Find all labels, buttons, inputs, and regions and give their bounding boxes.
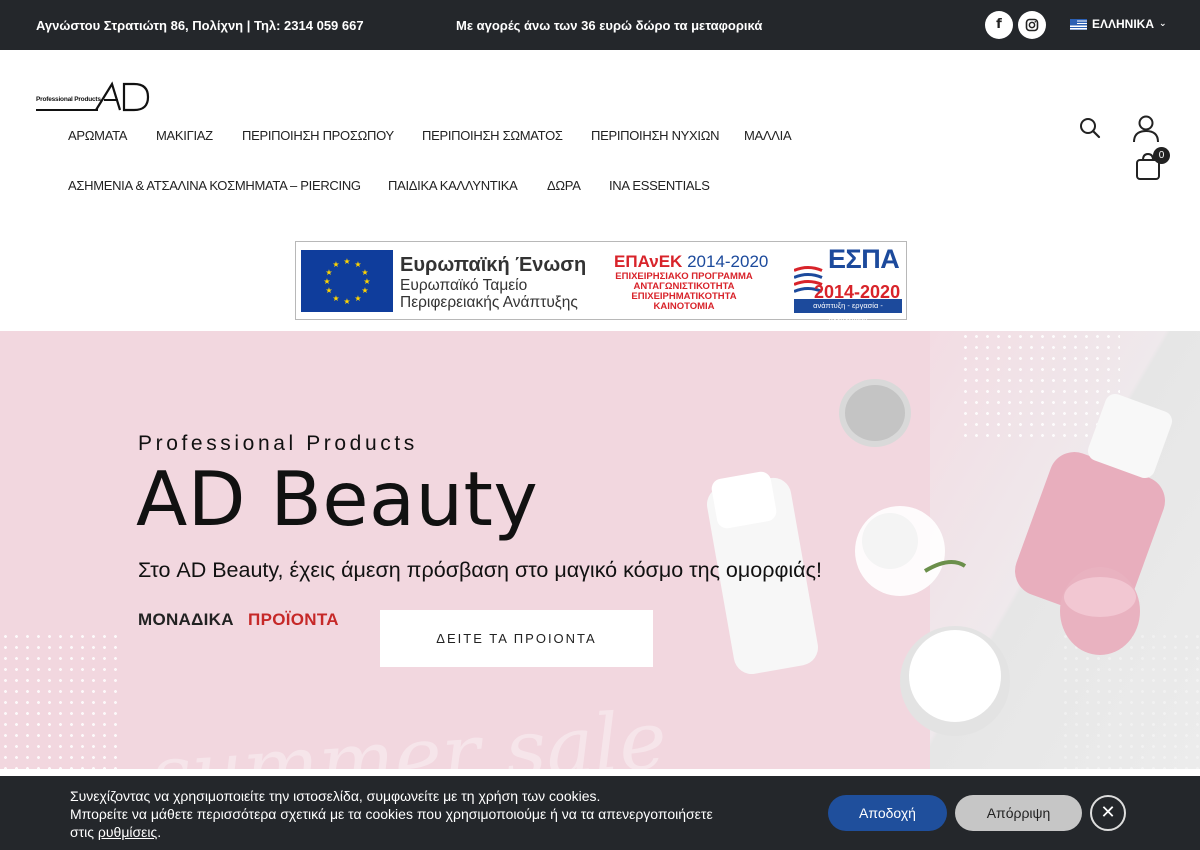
espa-banner[interactable]: ★ ★ ★ ★ ★ ★ ★ ★ ★ ★ ★ ★ Ευρωπαϊκή Ένωση Ευρωπαϊκ… [295,241,907,324]
cookie-line1: Συνεχίζοντας να χρησιμοποιείτε την ιστοσ… [70,788,601,804]
hero-products-label: ΠΡΟΪΟΝΤΑ [248,610,339,629]
nav-item-jewelry[interactable]: ΑΣΗΜΕΝΙΑ & ΑΤΣΑΛΙΝΑ ΚΟΣΜΗΜΑΤΑ – PIERCING [68,178,361,193]
eu-fund-line2: Περιφερειακής Ανάπτυξης [400,294,578,311]
svg-text:★: ★ [332,260,339,269]
svg-text:★: ★ [332,294,339,303]
nav-item-ina-essentials[interactable]: INA ESSENTIALS [609,178,710,193]
reject-cookies-button[interactable]: Απόρριψη [955,795,1082,831]
cookie-message: Συνεχίζοντας να χρησιμοποιείτε την ιστοσ… [70,787,790,841]
cookie-line3-prefix: στις [70,824,98,840]
nav-item-kids-cosmetics[interactable]: ΠΑΙΔΙΚΑ ΚΑΛΛΥΝΤΙΚΑ [388,178,518,193]
svg-text:★: ★ [343,297,350,306]
espa-tagline: ανάπτυξη - εργασία - αλληλεγγύη [794,299,902,324]
top-bar: Αγνώστου Στρατιώτη 86, Πολίχνη | Τηλ: 23… [0,0,1200,50]
svg-text:★: ★ [325,268,332,277]
nav-item-body-care[interactable]: ΠΕΡΙΠΟΙΗΣΗ ΣΩΜΑΤΟΣ [422,128,563,143]
user-glyph [1133,115,1159,143]
cookie-settings-link[interactable]: ρυθμίσεις [98,824,157,840]
accept-cookies-button[interactable]: Αποδοχή [828,795,947,831]
svg-text:★: ★ [354,294,361,303]
cookie-line2: Μπορείτε να μάθετε περισσότερα σχετικά μ… [70,806,713,822]
eu-fund-line1: Ευρωπαϊκό Ταμείο [400,277,528,294]
epanek-line4: ΚΑΙΝΟΤΟΜΙΑ [653,301,715,312]
svg-text:★: ★ [361,268,368,277]
logo-tagline: Professional Products [36,96,101,103]
chevron-down-icon: ⌄ [1159,19,1167,29]
nav-item-gifts[interactable]: ΔΩΡΑ [547,178,581,193]
language-label: ΕΛΛΗΝΙΚΑ [1092,17,1155,31]
search-icon[interactable] [1078,116,1102,145]
epanek-name: ΕΠΑνΕΚ [614,252,683,271]
hero-slider: summer sale Professional Products AD Bea… [0,331,1200,769]
cookie-line3: στις ρυθμίσεις. [70,823,790,841]
nav-item-hair[interactable]: ΜΑΛΛΙΑ [744,128,792,143]
shipping-promo: Με αγορές άνω των 36 ευρώ δώρο τα μεταφο… [456,18,763,33]
nav-item-nail-care[interactable]: ΠΕΡΙΠΟΙΗΣΗ ΝΥΧΙΩΝ [591,128,720,143]
epanek-title: ΕΠΑνΕΚ 2014-2020 [614,252,768,272]
store-address: Αγνώστου Στρατιώτη 86, Πολίχνη | Τηλ: 23… [36,18,364,33]
epanek-years: 2014-2020 [687,252,769,271]
instagram-glyph [1025,18,1039,32]
svg-text:★: ★ [361,286,368,295]
cart-count-badge: 0 [1153,147,1170,164]
language-selector[interactable]: ΕΛΛΗΝΙΚΑ ⌄ [1070,17,1167,31]
nav-item-makeup[interactable]: ΜΑΚΙΓΙΑΖ [156,128,213,143]
svg-text:★: ★ [325,286,332,295]
hero-pretitle: Professional Products [138,432,418,455]
search-glyph [1080,118,1101,139]
cookie-consent-bar: Συνεχίζοντας να χρησιμοποιείτε την ιστοσ… [0,776,1200,850]
greek-flag-icon [1070,18,1087,30]
instagram-icon[interactable] [1018,11,1046,39]
user-icon[interactable] [1131,113,1161,148]
facebook-icon[interactable]: f [985,11,1013,39]
view-products-button[interactable]: ΔΕΙΤΕ ΤΑ ΠΡΟΙΟΝΤΑ [380,610,653,667]
eu-flag-icon: ★ ★ ★ ★ ★ ★ ★ ★ ★ ★ ★ ★ [301,250,393,312]
eu-stars: ★ ★★ ★★★ ★★★ ★★★ [323,257,370,306]
espa-title: ΕΣΠΑ [828,244,900,274]
svg-text:★: ★ [343,257,350,266]
hero-unique-label: ΜΟΝΑΔΙΚΑ [138,610,234,629]
decorative-script-text: summer sale [147,693,670,769]
site-logo[interactable]: Professional Products [36,80,152,114]
eu-title: Ευρωπαϊκή Ένωση [400,254,587,276]
close-icon[interactable]: ✕ [1090,795,1126,831]
cookie-line3-suffix: . [157,824,162,840]
hero-subtitle: Στο AD Beauty, έχεις άμεση πρόσβαση στο … [138,558,822,582]
svg-text:★: ★ [323,277,330,286]
nav-item-perfumes[interactable]: ΑΡΩΜΑΤΑ [68,128,127,143]
hero-title: AD Beauty [136,455,539,543]
decor-dots-left [0,631,120,769]
svg-text:★: ★ [363,277,370,286]
nav-item-face-care[interactable]: ΠΕΡΙΠΟΙΗΣΗ ΠΡΟΣΩΠΟΥ [242,128,394,143]
